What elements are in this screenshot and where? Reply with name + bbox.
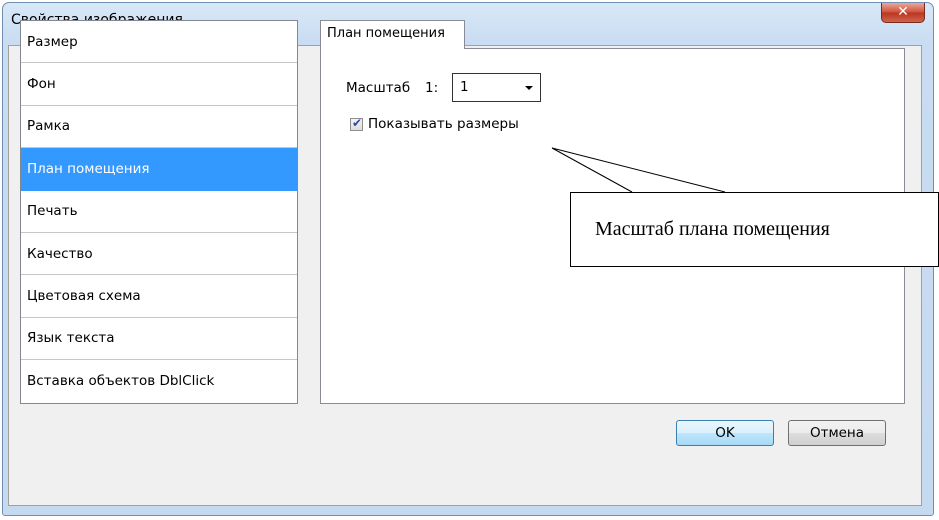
- callout-box: Масштаб плана помещения: [570, 192, 939, 267]
- callout-text: Масштаб плана помещения: [595, 218, 830, 240]
